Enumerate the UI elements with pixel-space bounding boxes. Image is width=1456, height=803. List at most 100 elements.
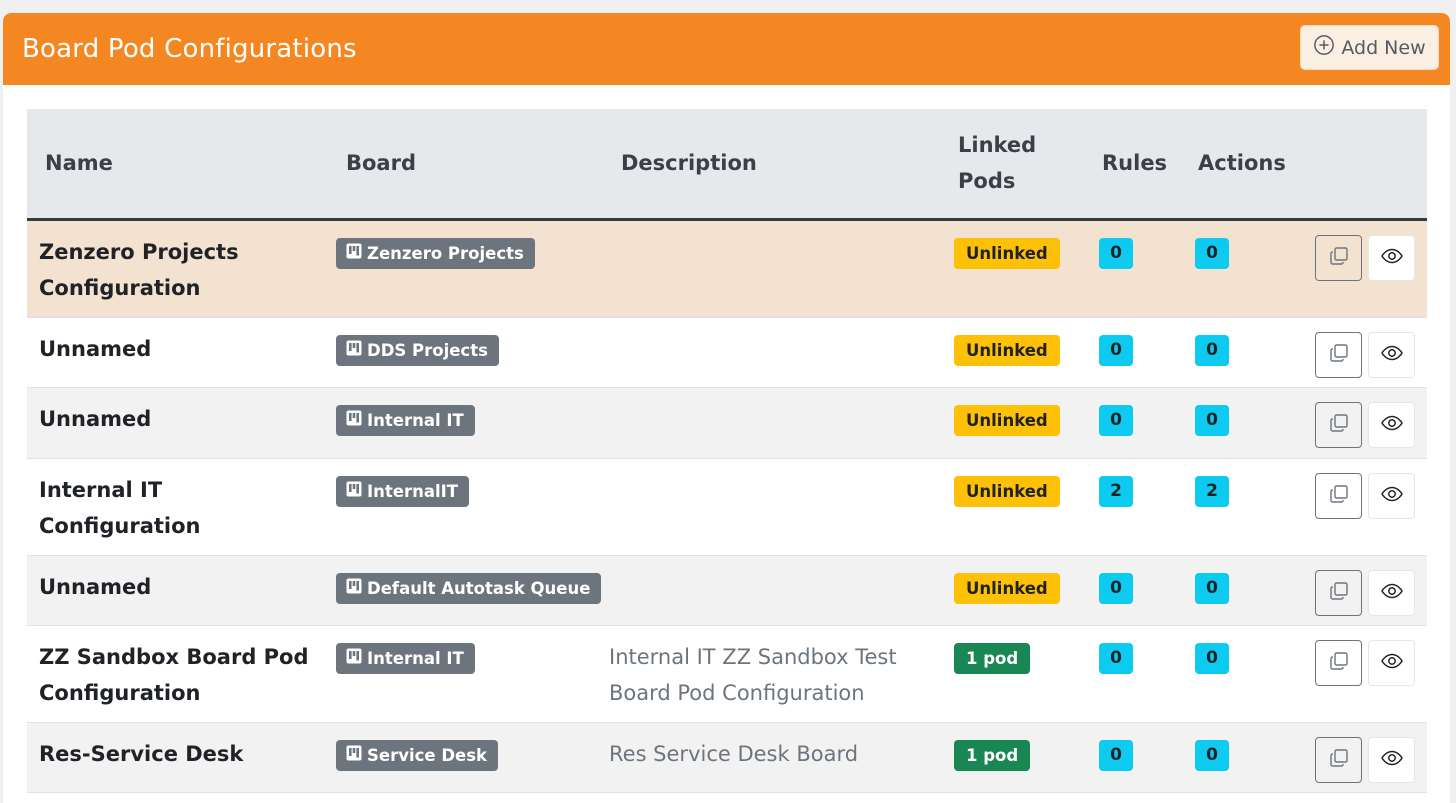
configuration-name[interactable]: Internal IT Configuration [39, 472, 328, 544]
linked-pods-badge: 1 pod [954, 739, 1031, 771]
view-button[interactable] [1368, 234, 1415, 281]
actions-cell: 0 [1188, 219, 1305, 317]
board-label: Zenzero Projects [367, 243, 524, 263]
rules-cell: 2 [1092, 458, 1188, 555]
eye-icon [1380, 341, 1404, 368]
rules-cell: 0 [1092, 555, 1188, 625]
controls-cell [1305, 219, 1427, 317]
linked-pods-badge: Unlinked [954, 334, 1060, 366]
board-cell: Default Autotask Queue [328, 555, 603, 625]
copy-icon [1327, 411, 1351, 438]
name-cell: Res-Service Desk [27, 722, 328, 792]
board-cell: Service Desk [328, 722, 603, 792]
view-button[interactable] [1368, 736, 1415, 783]
description-text: Internal IT ZZ Sandbox Test Board Pod Co… [609, 644, 897, 705]
name-cell: Unnamed [27, 317, 328, 387]
table-header-row: Name Board Description Linked Pods Rules… [27, 109, 1427, 219]
table-row[interactable]: ZZ Sandbox Board Pod Configuration Inter… [27, 625, 1427, 722]
view-button[interactable] [1368, 472, 1415, 519]
linked-pods-cell: Unlinked [948, 317, 1092, 387]
actions-count-badge: 0 [1195, 334, 1229, 366]
linked-pods-cell: Unlinked [948, 555, 1092, 625]
row-button-group [1315, 472, 1427, 519]
card-header: Board Pod Configurations Add New [3, 13, 1450, 85]
rules-count-badge: 0 [1099, 572, 1133, 604]
configuration-name[interactable]: ZZ Sandbox Board Pod Configuration [39, 639, 328, 711]
board-badge: Internal IT [336, 642, 475, 674]
configuration-name[interactable]: Zenzero Projects Configuration [39, 234, 328, 306]
row-button-group [1315, 569, 1427, 616]
add-new-label: Add New [1341, 36, 1426, 59]
description-text: Res Service Desk Board [609, 741, 859, 766]
plus-circle-icon [1313, 34, 1335, 61]
configuration-name[interactable]: Unnamed [39, 401, 328, 437]
page-title: Board Pod Configurations [22, 34, 357, 64]
view-button[interactable] [1368, 569, 1415, 616]
linked-pods-badge: Unlinked [954, 237, 1060, 269]
kanban-icon [346, 243, 362, 263]
controls-cell [1305, 317, 1427, 387]
kanban-icon [346, 481, 362, 501]
table-row[interactable]: Unnamed Default Autotask Queue Unlinked … [27, 555, 1427, 625]
actions-count-badge: 2 [1195, 475, 1229, 507]
board-badge: Zenzero Projects [336, 237, 535, 269]
actions-count-badge: 0 [1195, 572, 1229, 604]
kanban-icon [346, 648, 362, 668]
duplicate-button[interactable] [1315, 639, 1362, 686]
duplicate-button[interactable] [1315, 331, 1362, 378]
kanban-icon [346, 410, 362, 430]
copy-icon [1327, 341, 1351, 368]
row-button-group [1315, 331, 1427, 378]
controls-cell [1305, 625, 1427, 722]
board-badge: Service Desk [336, 739, 499, 771]
view-button[interactable] [1368, 331, 1415, 378]
description-cell [603, 317, 948, 387]
table-row[interactable]: Res-Service Desk Service Desk Res Servic… [27, 722, 1427, 792]
actions-cell: 0 [1188, 387, 1305, 458]
board-badge: Default Autotask Queue [336, 572, 602, 604]
column-header-linked-pods[interactable]: Linked Pods [948, 109, 1092, 219]
column-header-description[interactable]: Description [603, 109, 948, 219]
actions-cell: 0 [1188, 625, 1305, 722]
name-cell: Unnamed [27, 387, 328, 458]
board-pod-configurations-card: Board Pod Configurations Add New Name Bo… [3, 13, 1450, 803]
duplicate-button[interactable] [1315, 472, 1362, 519]
rules-count-badge: 0 [1099, 642, 1133, 674]
duplicate-button[interactable] [1315, 569, 1362, 616]
table-row[interactable]: Unnamed DDS Projects Unlinked 0 0 [27, 317, 1427, 387]
rules-cell: 0 [1092, 219, 1188, 317]
view-button[interactable] [1368, 401, 1415, 448]
column-header-actions[interactable]: Actions [1188, 109, 1305, 219]
column-header-rules[interactable]: Rules [1092, 109, 1188, 219]
linked-pods-cell: 1 pod [948, 722, 1092, 792]
linked-pods-badge: 1 pod [954, 642, 1031, 674]
controls-cell [1305, 722, 1427, 792]
board-label: Internal IT [367, 648, 464, 668]
configuration-name[interactable]: Unnamed [39, 331, 328, 367]
table-row[interactable]: Zenzero Projects Configuration Zenzero P… [27, 219, 1427, 317]
configuration-name[interactable]: Res-Service Desk [39, 736, 328, 772]
column-header-name[interactable]: Name [27, 109, 328, 219]
rules-cell: 0 [1092, 625, 1188, 722]
controls-cell [1305, 387, 1427, 458]
copy-icon [1327, 244, 1351, 271]
board-label: Service Desk [367, 745, 488, 765]
column-header-board[interactable]: Board [328, 109, 603, 219]
configuration-name[interactable]: Unnamed [39, 569, 328, 605]
duplicate-button[interactable] [1315, 234, 1362, 281]
rules-count-badge: 0 [1099, 404, 1133, 436]
duplicate-button[interactable] [1315, 736, 1362, 783]
eye-icon [1380, 746, 1404, 773]
linked-pods-cell: Unlinked [948, 458, 1092, 555]
table-row[interactable]: Unnamed Internal IT Unlinked 0 0 [27, 387, 1427, 458]
view-button[interactable] [1368, 639, 1415, 686]
description-cell: Internal IT ZZ Sandbox Test Board Pod Co… [603, 625, 948, 722]
duplicate-button[interactable] [1315, 401, 1362, 448]
board-cell: Internal IT [328, 387, 603, 458]
table-row[interactable]: Internal IT Configuration InternalIT Unl… [27, 458, 1427, 555]
board-label: DDS Projects [367, 340, 488, 360]
linked-pods-cell: 1 pod [948, 625, 1092, 722]
board-cell: InternalIT [328, 458, 603, 555]
add-new-button[interactable]: Add New [1300, 25, 1439, 70]
linked-pods-badge: Unlinked [954, 572, 1060, 604]
